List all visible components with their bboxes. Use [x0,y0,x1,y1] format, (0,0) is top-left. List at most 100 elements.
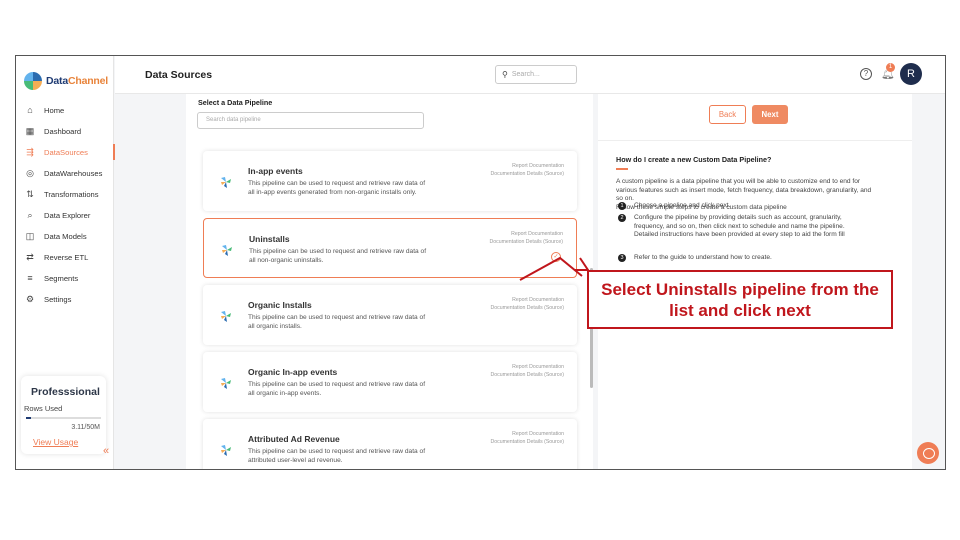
picker-label: Select a Data Pipeline [198,98,273,107]
rows-used-fill [26,417,31,419]
report-doc-link[interactable]: Report Documentation [490,163,564,171]
page-title: Data Sources [145,69,213,81]
help-underline [616,168,628,170]
sidebar-item-label: Segments [44,273,79,283]
step-number: 2 [618,214,626,222]
report-doc-link[interactable]: Report Documentation [490,431,564,439]
sidebar-item-datasources[interactable]: ⇶ DataSources [16,142,115,162]
chat-widget-icon[interactable] [917,442,939,464]
avatar[interactable]: R [900,63,922,85]
sidebar-item-label: Dashboard [44,126,82,136]
pipeline-description: This pipeline can be used to request and… [248,448,426,464]
source-doc-link[interactable]: Documentation Details (Source) [489,239,563,247]
sidebar-item-reverse-etl[interactable]: ⇄ Reverse ETL [16,247,114,267]
datasources-icon: ⇶ [26,146,34,157]
pipeline-card[interactable]: Organic Installs This pipeline can be use… [203,285,577,345]
step-number: 3 [618,254,626,262]
sidebar-item-label: Transformations [44,189,99,199]
sidebar: DataChannel ⌂ Home ▦ Dashboard ⇶ DataSources ◎… [16,56,115,469]
pipeline-docs: Report Documentation Documentation Detail… [490,297,564,312]
dashboard-icon: ▦ [25,125,35,136]
sidebar-item-label: Data Explorer [44,210,91,220]
report-doc-link[interactable]: Report Documentation [490,364,564,372]
logo-icon [24,72,42,90]
collapse-sidebar-icon[interactable]: « [103,445,109,457]
reverse-etl-icon: ⇄ [26,251,34,262]
pipeline-list[interactable]: In-app events This pipeline can be used t… [186,136,593,469]
sidebar-item-segments[interactable]: ≡ Segments [16,268,114,288]
pipeline-description: This pipeline can be used to request and… [249,248,427,264]
notification-bell-icon[interactable]: 🔔︎ 1 [881,63,895,80]
source-doc-link[interactable]: Documentation Details (Source) [490,305,564,313]
next-button[interactable]: Next [752,105,788,124]
rows-used-count: 3.11/50M [71,424,100,431]
step-text: Choose a pipeline and click next. [634,202,731,209]
pipeline-picker: Select a Data Pipeline Search data pipel… [186,94,593,469]
pipeline-title: Organic Installs [248,300,312,310]
sidebar-item-settings[interactable]: ⚙ Settings [16,289,114,309]
sidebar-item-transformations[interactable]: ⇅ Transformations [16,184,114,204]
pipeline-docs: Report Documentation Documentation Detail… [490,364,564,379]
sidebar-item-data-explorer[interactable]: ⌕ Data Explorer [16,205,114,225]
step-text: Refer to the guide to understand how to … [634,254,772,261]
transform-icon: ⇅ [26,188,34,199]
sidebar-item-label: DataSources [44,147,88,157]
logo[interactable]: DataChannel [24,72,108,90]
pipeline-source-icon [221,378,231,389]
sidebar-item-home[interactable]: ⌂ Home [16,100,114,120]
brand-part1: Data [46,75,68,87]
sidebar-item-label: Reverse ETL [44,252,89,262]
report-doc-link[interactable]: Report Documentation [490,297,564,305]
pipeline-title: Uninstalls [249,234,290,244]
rows-used-bar [26,417,101,419]
global-search-input[interactable]: ⚲ Search... [495,65,577,84]
source-doc-link[interactable]: Documentation Details (Source) [490,372,564,380]
pipeline-docs: Report Documentation Documentation Detail… [489,231,563,246]
sidebar-item-datawarehouses[interactable]: ◎ DataWarehouses [16,163,114,183]
pipeline-description: This pipeline can be used to request and… [248,381,426,397]
pipeline-card[interactable]: Organic In-app events This pipeline can b… [203,352,577,412]
pipeline-source-icon [221,445,231,456]
help-step: 2 Configure the pipeline by providing det… [618,214,858,240]
report-doc-link[interactable]: Report Documentation [489,231,563,239]
plan-name: Professsional [31,386,100,398]
pipeline-docs: Report Documentation Documentation Detail… [490,163,564,178]
pipeline-card[interactable]: Uninstalls This pipeline can be used to r… [203,218,577,278]
settings-icon: ⚙ [25,293,35,304]
step-number: 1 [618,202,626,210]
home-icon: ⌂ [27,105,33,115]
source-doc-link[interactable]: Documentation Details (Source) [490,171,564,179]
plan-card: Professsional Rows Used 3.11/50M View Us… [21,376,106,454]
help-step: 1 Choose a pipeline and click next. [618,202,858,211]
pipeline-description: This pipeline can be used to request and… [248,314,426,330]
models-icon: ◫ [25,230,35,241]
help-step: 3 Refer to the guide to understand how to… [618,254,858,263]
annotation-callout: Select Uninstalls pipeline from the list… [587,270,893,329]
rows-used-label: Rows Used [24,404,63,413]
pipeline-title: In-app events [248,166,303,176]
sidebar-item-data-models[interactable]: ◫ Data Models [16,226,114,246]
pipeline-title: Attributed Ad Revenue [248,434,340,444]
view-usage-link[interactable]: View Usage [33,437,78,447]
sidebar-item-label: Settings [44,294,72,304]
step-text: Configure the pipeline by providing deta… [634,214,845,238]
back-button[interactable]: Back [709,105,746,124]
explorer-icon: ⌕ [27,209,33,220]
pipeline-description: This pipeline can be used to request and… [248,180,426,196]
sidebar-item-label: Data Models [44,231,87,241]
sidebar-item-label: DataWarehouses [44,168,103,178]
pipeline-search-input[interactable]: Search data pipeline [197,112,424,129]
source-doc-link[interactable]: Documentation Details (Source) [490,439,564,447]
sidebar-item-label: Home [44,105,65,115]
pipeline-card[interactable]: Attributed Ad Revenue This pipeline can b… [203,419,577,469]
warehouse-icon: ◎ [26,167,34,178]
segments-icon: ≡ [27,273,33,283]
help-icon[interactable]: ? [860,68,872,80]
brand-part2: Channel [67,75,108,87]
sidebar-item-dashboard[interactable]: ▦ Dashboard [16,121,114,141]
pipeline-card[interactable]: In-app events This pipeline can be used t… [203,151,577,211]
pipeline-docs: Report Documentation Documentation Detail… [490,431,564,446]
pipeline-source-icon [221,311,231,322]
pipeline-source-icon [221,177,231,188]
pipeline-source-icon [222,245,232,256]
